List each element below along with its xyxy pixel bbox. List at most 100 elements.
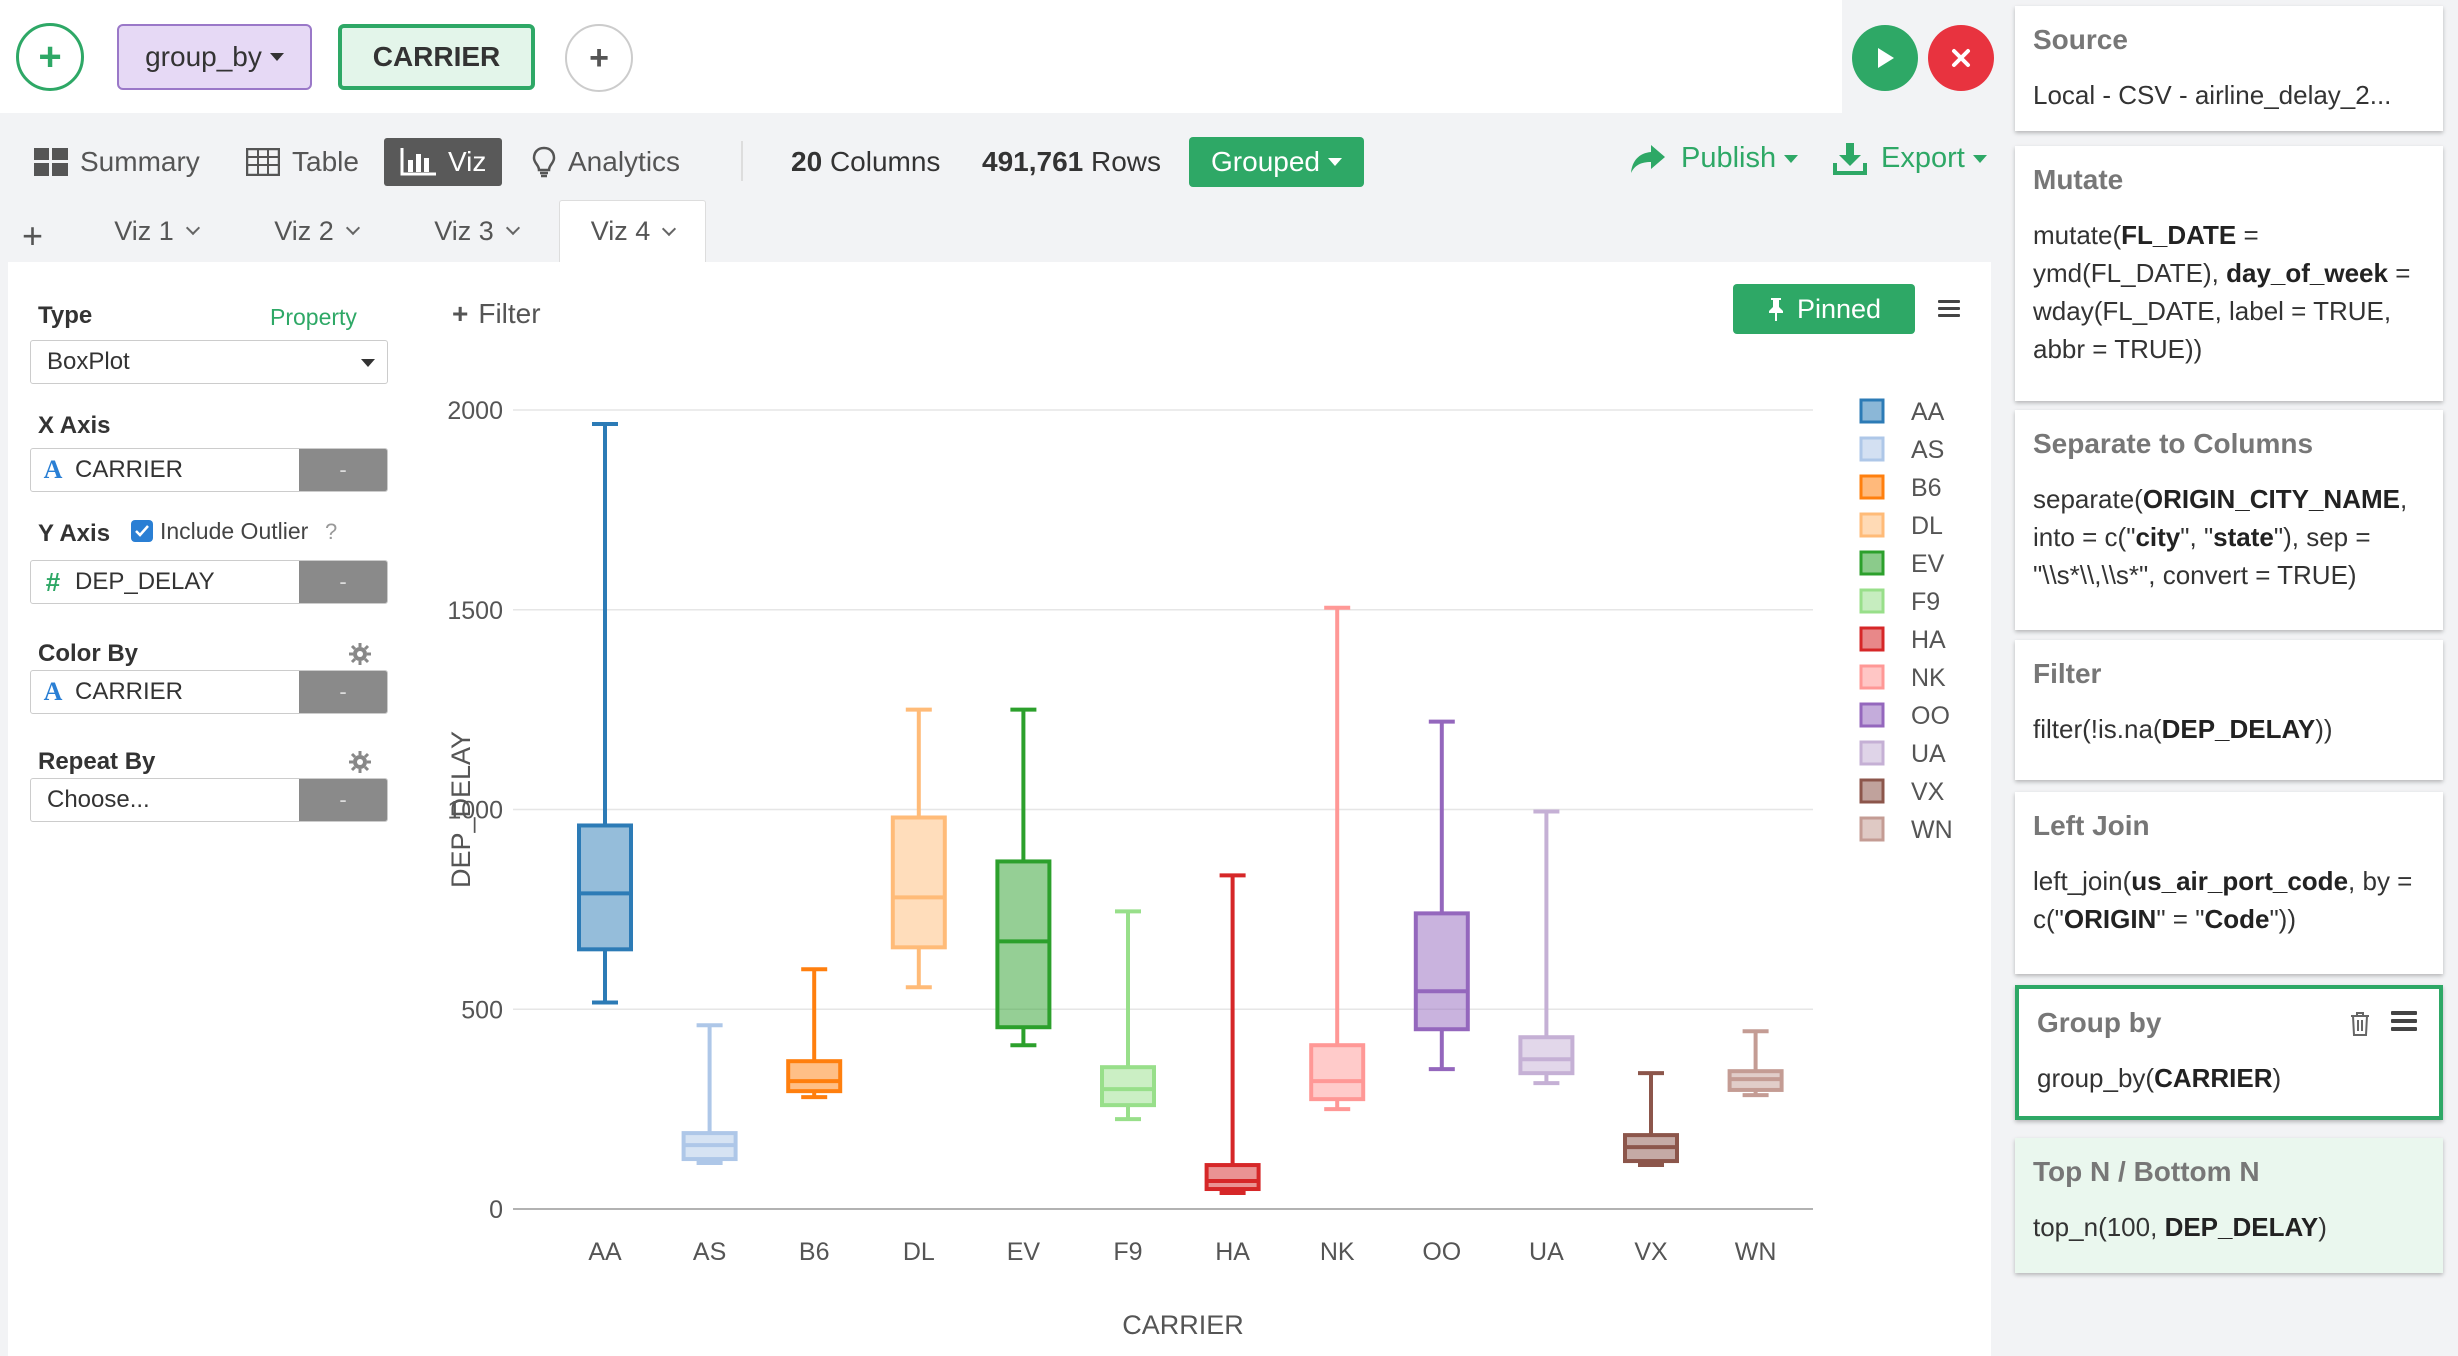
legend-label: AA bbox=[1911, 398, 1945, 426]
y-tick-label: 0 bbox=[489, 1196, 503, 1224]
close-icon bbox=[1952, 49, 1970, 67]
tab-analytics[interactable]: Analytics bbox=[532, 138, 680, 186]
x-tick-label: B6 bbox=[799, 1238, 830, 1266]
legend-swatch bbox=[1859, 778, 1885, 804]
y-tick-label: 1500 bbox=[447, 597, 503, 625]
step-title: Mutate bbox=[2033, 164, 2124, 195]
box-OO[interactable] bbox=[1413, 911, 1470, 1032]
box-DL[interactable] bbox=[890, 815, 947, 950]
legend-label: VX bbox=[1911, 778, 1945, 806]
legend-swatch bbox=[1859, 740, 1885, 766]
legend-swatch bbox=[1859, 436, 1885, 462]
step-title: Source bbox=[2033, 24, 2128, 55]
box-AA[interactable] bbox=[577, 823, 633, 952]
step-command: group_by(CARRIER) bbox=[2037, 1063, 2282, 1093]
legend-label: F9 bbox=[1911, 588, 1940, 616]
legend-swatch bbox=[1859, 512, 1885, 538]
viz-tab-3[interactable]: Viz 3 bbox=[416, 200, 536, 262]
step-card[interactable]: Separate to Columns separate(ORIGIN_CITY_… bbox=[2015, 410, 2443, 630]
legend-swatch bbox=[1859, 474, 1885, 500]
legend-label: B6 bbox=[1911, 474, 1942, 502]
legend-swatch bbox=[1859, 550, 1885, 576]
x-tick-label: AA bbox=[588, 1238, 622, 1266]
step-command: top_n(100, DEP_DELAY) bbox=[2033, 1212, 2327, 1242]
step-command: separate(ORIGIN_CITY_NAME, into = c("cit… bbox=[2033, 484, 2408, 590]
x-tick-label: UA bbox=[1529, 1238, 1564, 1266]
share-icon bbox=[1631, 144, 1665, 173]
box-EV[interactable] bbox=[995, 859, 1052, 1030]
column-chip[interactable]: CARRIER bbox=[338, 24, 535, 90]
step-title: Filter bbox=[2033, 658, 2102, 689]
grouped-label: Grouped bbox=[1211, 146, 1320, 177]
tab-label: Viz bbox=[448, 146, 487, 177]
viz-tab-4[interactable]: Viz 4 bbox=[559, 200, 706, 262]
trash-icon[interactable] bbox=[2349, 1011, 2371, 1037]
legend-swatch bbox=[1859, 398, 1885, 424]
divider bbox=[741, 141, 743, 181]
step-card[interactable]: Group by group_by(CARRIER) bbox=[2015, 985, 2443, 1120]
step-menu-icon[interactable] bbox=[2391, 1011, 2417, 1033]
caret-down-icon bbox=[1327, 158, 1342, 166]
x-tick-label: HA bbox=[1215, 1238, 1250, 1266]
legend-swatch bbox=[1859, 588, 1885, 614]
step-card[interactable]: Mutate mutate(FL_DATE = ymd(FL_DATE), day… bbox=[2015, 146, 2443, 401]
caret-down-icon bbox=[1784, 154, 1799, 163]
legend-label: WN bbox=[1911, 816, 1953, 844]
publish-button[interactable]: Publish bbox=[1629, 142, 1799, 175]
publish-label: Publish bbox=[1681, 142, 1777, 174]
x-tick-label: F9 bbox=[1113, 1238, 1142, 1266]
legend-label: NK bbox=[1911, 664, 1946, 692]
caret-down-icon bbox=[269, 53, 284, 61]
command-bar: + group_by CARRIER + bbox=[0, 0, 1842, 113]
step-card[interactable]: Source Local - CSV - airline_delay_2... bbox=[2015, 6, 2443, 131]
add-step-button[interactable]: + bbox=[16, 23, 84, 91]
legend-label: DL bbox=[1911, 512, 1943, 540]
legend-label: OO bbox=[1911, 702, 1950, 730]
x-tick-label: VX bbox=[1634, 1238, 1668, 1266]
export-label: Export bbox=[1881, 142, 1965, 174]
x-tick-label: OO bbox=[1422, 1238, 1461, 1266]
viz-tab-1[interactable]: Viz 1 bbox=[96, 200, 216, 262]
step-card[interactable]: Top N / Bottom N top_n(100, DEP_DELAY) bbox=[2015, 1138, 2443, 1273]
cancel-button[interactable] bbox=[1928, 25, 1994, 91]
box-B6[interactable] bbox=[786, 1059, 843, 1094]
table-icon bbox=[246, 148, 280, 176]
step-card[interactable]: Left Join left_join(us_air_port_code, by … bbox=[2015, 792, 2443, 974]
tab-summary[interactable]: Summary bbox=[34, 138, 200, 186]
run-button[interactable] bbox=[1852, 25, 1918, 91]
x-tick-label: EV bbox=[1007, 1238, 1041, 1266]
summary-icon bbox=[34, 148, 68, 176]
tab-label: Table bbox=[292, 146, 359, 177]
legend-swatch bbox=[1859, 626, 1885, 652]
step-card[interactable]: Filter filter(!is.na(DEP_DELAY)) bbox=[2015, 640, 2443, 780]
bar-chart-icon bbox=[400, 148, 436, 176]
chevron-down-icon bbox=[505, 220, 520, 236]
y-tick-label: 500 bbox=[461, 996, 503, 1024]
viz-tab-label: Viz 1 bbox=[114, 215, 174, 246]
viz-tab-label: Viz 4 bbox=[590, 216, 651, 246]
step-command: mutate(FL_DATE = ymd(FL_DATE), day_of_we… bbox=[2033, 220, 2411, 364]
boxplot-chart: 0500100015002000DEP_DELAYCARRIERAA AS B6 DL… bbox=[446, 397, 1953, 1340]
box-UA[interactable] bbox=[1518, 1035, 1575, 1076]
legend-label: UA bbox=[1911, 740, 1946, 768]
box-NK[interactable] bbox=[1309, 1043, 1366, 1102]
legend-label: AS bbox=[1911, 436, 1944, 464]
grouped-dropdown[interactable]: Grouped bbox=[1189, 137, 1364, 187]
box-HA[interactable] bbox=[1204, 1163, 1261, 1192]
x-tick-label: WN bbox=[1735, 1238, 1777, 1266]
x-axis-title: CARRIER bbox=[1122, 1310, 1244, 1340]
box-F9[interactable] bbox=[1100, 1065, 1156, 1108]
tab-table[interactable]: Table bbox=[246, 138, 359, 186]
add-viz-button[interactable]: + bbox=[22, 215, 43, 257]
x-tick-label: AS bbox=[693, 1238, 726, 1266]
viz-tab-2[interactable]: Viz 2 bbox=[256, 200, 376, 262]
caret-down-icon bbox=[1972, 154, 1987, 163]
command-dropdown[interactable]: group_by bbox=[117, 24, 312, 90]
chevron-down-icon bbox=[185, 220, 200, 236]
tab-viz[interactable]: Viz bbox=[384, 138, 503, 186]
add-argument-button[interactable]: + bbox=[565, 24, 633, 92]
export-button[interactable]: Export bbox=[1833, 142, 1987, 175]
viz-tab-label: Viz 3 bbox=[434, 215, 494, 246]
y-axis-title: DEP_DELAY bbox=[446, 731, 476, 888]
columns-count: 20 Columns bbox=[791, 146, 941, 177]
